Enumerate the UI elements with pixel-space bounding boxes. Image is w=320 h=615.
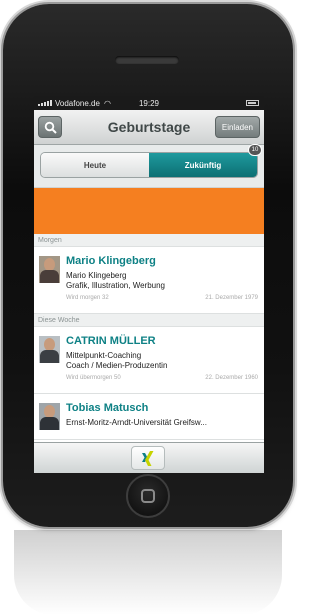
carrier-label: Vodafone.de bbox=[55, 98, 100, 108]
status-time: 19:29 bbox=[138, 98, 160, 108]
contact-position: Coach / Medien-Produzentin bbox=[66, 361, 168, 370]
contact-name: CATRIN MÜLLER bbox=[66, 335, 156, 347]
xing-logo-button[interactable] bbox=[131, 446, 165, 470]
tab-today[interactable]: Heute bbox=[41, 153, 149, 177]
contact-name: Mario Klingeberg bbox=[66, 255, 156, 267]
list-item[interactable]: Tobias Matusch Ernst-Moritz-Arndt-Univer… bbox=[34, 394, 264, 440]
tab-future[interactable]: Zukünftig bbox=[149, 153, 257, 177]
list-item[interactable]: CATRIN MÜLLER Mittelpunkt-Coaching Coach… bbox=[34, 327, 264, 394]
segment-bar: Heute Zukünftig 10 bbox=[34, 144, 264, 188]
signal-icon bbox=[38, 100, 52, 106]
birthday-age: Wird morgen 32 bbox=[66, 295, 109, 301]
invite-button[interactable]: Einladen bbox=[214, 116, 260, 138]
earpiece-speaker bbox=[115, 56, 179, 64]
contact-company: Ernst-Moritz-Arndt-Universität Greifsw..… bbox=[66, 418, 207, 427]
contact-company: Mario Klingeberg bbox=[66, 271, 127, 280]
ad-banner[interactable] bbox=[34, 188, 264, 234]
contact-name: Tobias Matusch bbox=[66, 402, 149, 414]
avatar bbox=[39, 336, 60, 363]
avatar bbox=[39, 256, 60, 283]
phone-reflection bbox=[14, 530, 282, 615]
contact-company: Mittelpunkt-Coaching bbox=[66, 351, 142, 360]
battery-icon bbox=[246, 100, 259, 106]
section-header-this-week: Diese Woche bbox=[34, 314, 264, 327]
wifi-icon: ◠ bbox=[103, 98, 111, 108]
home-square-icon bbox=[141, 489, 155, 503]
status-bar: Vodafone.de ◠ 19:29 bbox=[34, 96, 264, 110]
birthday-age: Wird übermorgen 50 bbox=[66, 375, 121, 381]
xing-logo-icon bbox=[142, 451, 154, 466]
segmented-control: Heute Zukünftig bbox=[40, 152, 258, 178]
app-screen: Vodafone.de ◠ 19:29 Geburtstage Einladen… bbox=[34, 96, 264, 473]
home-button[interactable] bbox=[126, 474, 170, 518]
phone-frame: Vodafone.de ◠ 19:29 Geburtstage Einladen… bbox=[3, 4, 293, 527]
contact-position: Grafik, Illustration, Werbung bbox=[66, 281, 166, 290]
future-count-badge: 10 bbox=[248, 144, 262, 156]
section-header-tomorrow: Morgen bbox=[34, 234, 264, 247]
birthday-date: 21. Dezember 1979 bbox=[205, 295, 258, 301]
tab-bar bbox=[34, 442, 264, 473]
birthday-date: 22. Dezember 1960 bbox=[205, 375, 258, 381]
navigation-bar: Geburtstage Einladen bbox=[34, 110, 264, 145]
list-item[interactable]: Mario Klingeberg Mario Klingeberg Grafik… bbox=[34, 247, 264, 314]
avatar bbox=[39, 403, 60, 430]
